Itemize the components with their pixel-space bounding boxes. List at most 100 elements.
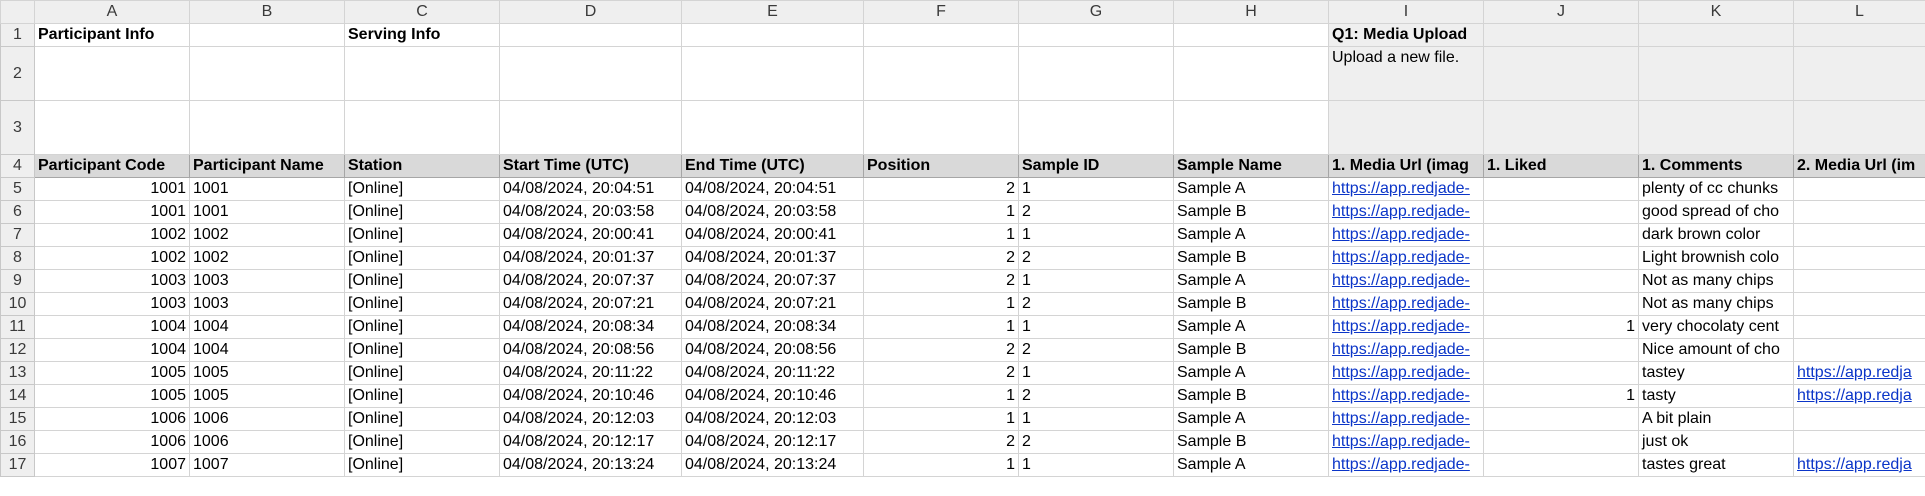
row-header[interactable]: 7 [0, 223, 35, 247]
cell-g1[interactable] [1018, 23, 1174, 47]
cell-media-url-2-link[interactable]: https://app.redja [1793, 384, 1925, 408]
cell-sample-id[interactable]: 1 [1018, 177, 1174, 201]
column-header-c[interactable]: C [344, 0, 500, 24]
header-sample-name[interactable]: Sample Name [1173, 154, 1329, 178]
row-header[interactable]: 11 [0, 315, 35, 339]
column-header-i[interactable]: I [1328, 0, 1484, 24]
cell-i3[interactable] [1328, 100, 1484, 155]
hyperlink[interactable]: https://app.redjade- [1332, 364, 1470, 381]
header-station[interactable]: Station [344, 154, 500, 178]
cell-media-url-link[interactable]: https://app.redjade- [1328, 269, 1484, 293]
cell-liked[interactable] [1483, 223, 1639, 247]
cell-participant-code[interactable]: 1007 [34, 453, 190, 477]
cell-station[interactable]: [Online] [344, 292, 500, 316]
cell-g3[interactable] [1018, 100, 1174, 155]
column-header-l[interactable]: L [1793, 0, 1925, 24]
row-header[interactable]: 16 [0, 430, 35, 454]
cell-h3[interactable] [1173, 100, 1329, 155]
header-media-url-1[interactable]: 1. Media Url (imag [1328, 154, 1484, 178]
row-header[interactable]: 3 [0, 100, 35, 155]
cell-participant-code[interactable]: 1004 [34, 338, 190, 362]
cell-participant-name[interactable]: 1005 [189, 384, 345, 408]
hyperlink[interactable]: https://app.redjade- [1332, 387, 1470, 404]
cell-media-url-link[interactable]: https://app.redjade- [1328, 315, 1484, 339]
cell-end-time[interactable]: 04/08/2024, 20:12:17 [681, 430, 864, 454]
cell-participant-code[interactable]: 1002 [34, 223, 190, 247]
header-liked-1[interactable]: 1. Liked [1483, 154, 1639, 178]
cell-position[interactable]: 2 [863, 338, 1019, 362]
cell-sample-id[interactable]: 1 [1018, 269, 1174, 293]
cell-comment[interactable]: just ok [1638, 430, 1794, 454]
row-header[interactable]: 10 [0, 292, 35, 316]
row-header[interactable]: 15 [0, 407, 35, 431]
cell-participant-name[interactable]: 1004 [189, 338, 345, 362]
cell-media-url-2-link[interactable] [1793, 246, 1925, 270]
cell-position[interactable]: 2 [863, 177, 1019, 201]
cell-station[interactable]: [Online] [344, 223, 500, 247]
cell-station[interactable]: [Online] [344, 361, 500, 385]
cell-participant-name[interactable]: 1001 [189, 177, 345, 201]
cell-position[interactable]: 1 [863, 315, 1019, 339]
cell-end-time[interactable]: 04/08/2024, 20:13:24 [681, 453, 864, 477]
cell-l1[interactable] [1793, 23, 1925, 47]
row-header[interactable]: 5 [0, 177, 35, 201]
column-header-h[interactable]: H [1173, 0, 1329, 24]
cell-media-url-link[interactable]: https://app.redjade- [1328, 338, 1484, 362]
cell-station[interactable]: [Online] [344, 453, 500, 477]
hyperlink[interactable]: https://app.redjade- [1332, 341, 1470, 358]
cell-sample-name[interactable]: Sample A [1173, 315, 1329, 339]
cell-comment[interactable]: tastes great [1638, 453, 1794, 477]
cell-comment[interactable]: Light brownish colo [1638, 246, 1794, 270]
cell-h1[interactable] [1173, 23, 1329, 47]
cell-media-url-link[interactable]: https://app.redjade- [1328, 223, 1484, 247]
cell-participant-code[interactable]: 1003 [34, 269, 190, 293]
cell-liked[interactable] [1483, 361, 1639, 385]
header-position[interactable]: Position [863, 154, 1019, 178]
cell-media-url-2-link[interactable] [1793, 200, 1925, 224]
row-header[interactable]: 1 [0, 23, 35, 47]
row-header[interactable]: 12 [0, 338, 35, 362]
cell-participant-name[interactable]: 1006 [189, 430, 345, 454]
header-participant-code[interactable]: Participant Code [34, 154, 190, 178]
cell-end-time[interactable]: 04/08/2024, 20:07:21 [681, 292, 864, 316]
cell-comment[interactable]: tasty [1638, 384, 1794, 408]
cell-end-time[interactable]: 04/08/2024, 20:03:58 [681, 200, 864, 224]
cell-position[interactable]: 1 [863, 223, 1019, 247]
cell-media-url-link[interactable]: https://app.redjade- [1328, 384, 1484, 408]
cell-media-url-2-link[interactable] [1793, 177, 1925, 201]
cell-liked[interactable]: 1 [1483, 384, 1639, 408]
cell-sample-id[interactable]: 1 [1018, 407, 1174, 431]
cell-comment[interactable]: dark brown color [1638, 223, 1794, 247]
cell-k2[interactable] [1638, 46, 1794, 101]
cell-sample-name[interactable]: Sample A [1173, 269, 1329, 293]
cell-sample-name[interactable]: Sample B [1173, 384, 1329, 408]
cell-sample-name[interactable]: Sample B [1173, 292, 1329, 316]
cell-participant-name[interactable]: 1003 [189, 292, 345, 316]
row-header[interactable]: 6 [0, 200, 35, 224]
header-end-time[interactable]: End Time (UTC) [681, 154, 864, 178]
cell-sample-id[interactable]: 1 [1018, 315, 1174, 339]
column-header-f[interactable]: F [863, 0, 1019, 24]
cell-c2[interactable] [344, 46, 500, 101]
hyperlink[interactable]: https://app.redjade- [1332, 272, 1470, 289]
cell-station[interactable]: [Online] [344, 177, 500, 201]
cell-start-time[interactable]: 04/08/2024, 20:08:34 [499, 315, 682, 339]
cell-end-time[interactable]: 04/08/2024, 20:12:03 [681, 407, 864, 431]
hyperlink[interactable]: https://app.redjade- [1332, 295, 1470, 312]
cell-liked[interactable] [1483, 430, 1639, 454]
row-header[interactable]: 13 [0, 361, 35, 385]
cell-comment[interactable]: very chocolaty cent [1638, 315, 1794, 339]
cell-media-url-2-link[interactable]: https://app.redja [1793, 361, 1925, 385]
cell-media-url-link[interactable]: https://app.redjade- [1328, 292, 1484, 316]
cell-position[interactable]: 1 [863, 384, 1019, 408]
cell-k3[interactable] [1638, 100, 1794, 155]
cell-media-url-2-link[interactable] [1793, 430, 1925, 454]
header-start-time[interactable]: Start Time (UTC) [499, 154, 682, 178]
cell-participant-name[interactable]: 1004 [189, 315, 345, 339]
column-header-j[interactable]: J [1483, 0, 1639, 24]
select-all-corner[interactable] [0, 0, 35, 24]
cell-start-time[interactable]: 04/08/2024, 20:00:41 [499, 223, 682, 247]
cell-position[interactable]: 2 [863, 246, 1019, 270]
cell-start-time[interactable]: 04/08/2024, 20:03:58 [499, 200, 682, 224]
cell-end-time[interactable]: 04/08/2024, 20:04:51 [681, 177, 864, 201]
